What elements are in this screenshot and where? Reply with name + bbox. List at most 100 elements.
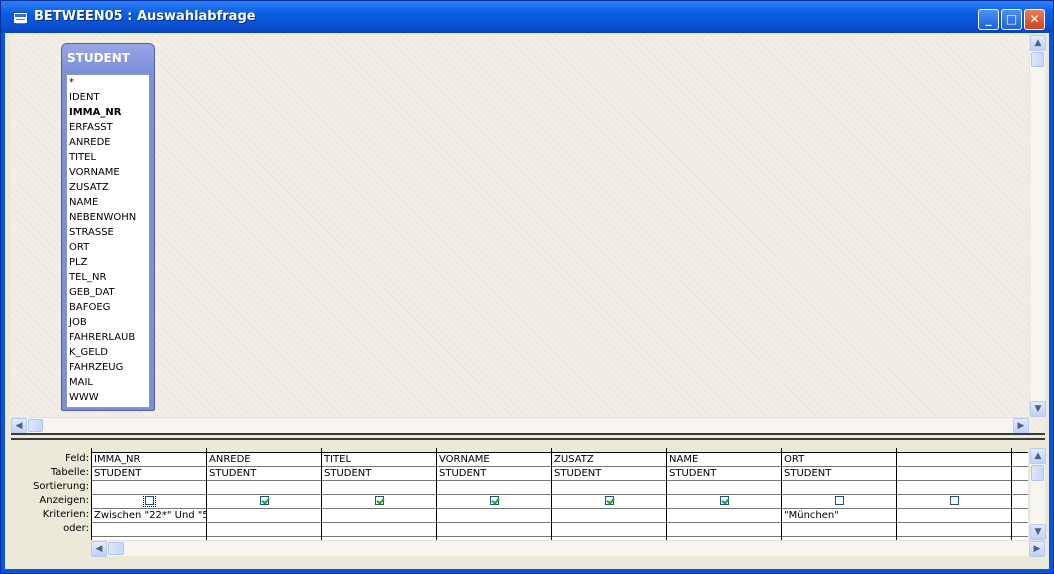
criteria-cell[interactable]: [667, 509, 781, 523]
field-item[interactable]: ORT: [67, 240, 149, 255]
table-cell[interactable]: STUDENT: [92, 467, 206, 481]
field-item[interactable]: JOB: [67, 315, 149, 330]
or-cell[interactable]: [782, 523, 896, 537]
field-item[interactable]: NAME: [67, 195, 149, 210]
or-cell[interactable]: [552, 523, 666, 537]
or-cell[interactable]: [322, 523, 436, 537]
field-cell[interactable]: TITEL: [322, 453, 436, 467]
scroll-thumb[interactable]: [28, 419, 43, 432]
grid-vertical-scrollbar[interactable]: ▲ ▼: [1029, 448, 1046, 540]
field-cell[interactable]: NAME: [667, 453, 781, 467]
sort-cell[interactable]: [552, 481, 666, 495]
field-item[interactable]: PLZ: [67, 255, 149, 270]
field-item[interactable]: IMMA_NR: [67, 105, 149, 120]
or-cell[interactable]: [667, 523, 781, 537]
close-button[interactable]: ✕: [1024, 9, 1045, 30]
show-checkbox[interactable]: [489, 495, 499, 505]
sort-cell[interactable]: [207, 481, 321, 495]
field-cell[interactable]: ORT: [782, 453, 896, 467]
pane-splitter[interactable]: [11, 433, 1045, 440]
field-cell[interactable]: ANREDE: [207, 453, 321, 467]
field-item[interactable]: *: [67, 75, 149, 90]
field-item[interactable]: ANREDE: [67, 135, 149, 150]
field-item[interactable]: FAHRERLAUB: [67, 330, 149, 345]
field-cell[interactable]: [1012, 453, 1028, 467]
field-item[interactable]: TEL_NR: [67, 270, 149, 285]
or-cell[interactable]: [1012, 523, 1028, 537]
table-cell[interactable]: [1012, 467, 1028, 481]
field-item[interactable]: IDENT: [67, 90, 149, 105]
criteria-cell[interactable]: [322, 509, 436, 523]
scroll-down-button[interactable]: ▼: [1030, 401, 1046, 417]
field-item[interactable]: STRASSE: [67, 225, 149, 240]
field-item[interactable]: VORNAME: [67, 165, 149, 180]
or-cell[interactable]: [437, 523, 551, 537]
show-checkbox[interactable]: [834, 495, 844, 505]
criteria-cell[interactable]: [552, 509, 666, 523]
or-cell[interactable]: [207, 523, 321, 537]
field-item[interactable]: MAIL: [67, 375, 149, 390]
table-cell[interactable]: STUDENT: [667, 467, 781, 481]
field-item[interactable]: NEBENWOHN: [67, 210, 149, 225]
table-cell[interactable]: STUDENT: [322, 467, 436, 481]
sort-cell[interactable]: [437, 481, 551, 495]
scroll-thumb[interactable]: [1031, 465, 1044, 481]
table-cell[interactable]: STUDENT: [782, 467, 896, 481]
table-cell[interactable]: STUDENT: [552, 467, 666, 481]
field-item[interactable]: ZUSATZ: [67, 180, 149, 195]
scroll-up-button[interactable]: ▲: [1030, 35, 1046, 51]
scroll-down-button[interactable]: ▼: [1030, 524, 1046, 540]
or-cell[interactable]: [92, 523, 206, 537]
sort-cell[interactable]: [1012, 481, 1028, 495]
query-icon[interactable]: [13, 12, 28, 24]
scroll-thumb[interactable]: [108, 542, 124, 555]
table-title[interactable]: STUDENT: [62, 44, 154, 72]
scroll-left-button[interactable]: ◀: [91, 541, 107, 557]
scroll-thumb[interactable]: [1031, 52, 1044, 67]
show-checkbox[interactable]: [604, 495, 614, 505]
sort-cell[interactable]: [322, 481, 436, 495]
field-cell[interactable]: [897, 453, 1011, 467]
sort-cell[interactable]: [782, 481, 896, 495]
show-checkbox[interactable]: [259, 495, 269, 505]
maximize-button[interactable]: □: [1001, 9, 1022, 30]
criteria-cell[interactable]: [207, 509, 321, 523]
criteria-cell[interactable]: "München": [782, 509, 896, 523]
field-item[interactable]: WWW: [67, 390, 149, 405]
scroll-up-button[interactable]: ▲: [1030, 448, 1046, 464]
field-item[interactable]: FAHRZEUG: [67, 360, 149, 375]
scroll-left-button[interactable]: ◀: [11, 418, 27, 434]
criteria-cell[interactable]: Zwischen "22*" Und "5.: [92, 509, 206, 523]
sort-cell[interactable]: [897, 481, 1011, 495]
field-cell[interactable]: VORNAME: [437, 453, 551, 467]
title-bar[interactable]: BETWEEN05 : Auswahlabfrage _ □ ✕: [1, 1, 1053, 33]
field-item[interactable]: TITEL: [67, 150, 149, 165]
upper-vertical-scrollbar[interactable]: ▲ ▼: [1029, 35, 1046, 417]
field-item[interactable]: GEB_DAT: [67, 285, 149, 300]
criteria-cell[interactable]: [1012, 509, 1028, 523]
field-item[interactable]: BAFOEG: [67, 300, 149, 315]
field-list[interactable]: * IDENT IMMA_NR ERFASST ANREDE TITEL VORNAME ZU…: [66, 74, 150, 408]
sort-cell[interactable]: [667, 481, 781, 495]
or-cell[interactable]: [897, 523, 1011, 537]
scroll-right-button[interactable]: ▶: [1029, 541, 1045, 557]
field-cell[interactable]: ZUSATZ: [552, 453, 666, 467]
student-table-box[interactable]: STUDENT * IDENT IMMA_NR ERFASST ANREDE TITEL V…: [61, 43, 155, 411]
show-checkbox[interactable]: [142, 495, 156, 507]
field-cell[interactable]: IMMA_NR: [92, 453, 206, 467]
criteria-cell[interactable]: [437, 509, 551, 523]
table-cell[interactable]: [897, 467, 1011, 481]
scroll-right-button[interactable]: ▶: [1013, 418, 1029, 434]
upper-horizontal-scrollbar[interactable]: ◀ ▶: [11, 417, 1029, 434]
show-checkbox[interactable]: [719, 495, 729, 505]
table-cell[interactable]: STUDENT: [437, 467, 551, 481]
criteria-cell[interactable]: [897, 509, 1011, 523]
show-checkbox[interactable]: [374, 495, 384, 505]
show-checkbox[interactable]: [949, 495, 959, 505]
sort-cell[interactable]: [92, 481, 206, 495]
grid-horizontal-scrollbar[interactable]: ◀ ▶: [91, 540, 1045, 557]
minimize-button[interactable]: _: [978, 9, 999, 30]
table-design-area[interactable]: STUDENT * IDENT IMMA_NR ERFASST ANREDE TITEL V…: [11, 35, 1046, 434]
query-grid[interactable]: IMMA_NR STUDENT Zwischen "22*" Und "5. ANRE…: [91, 448, 1028, 540]
table-cell[interactable]: STUDENT: [207, 467, 321, 481]
